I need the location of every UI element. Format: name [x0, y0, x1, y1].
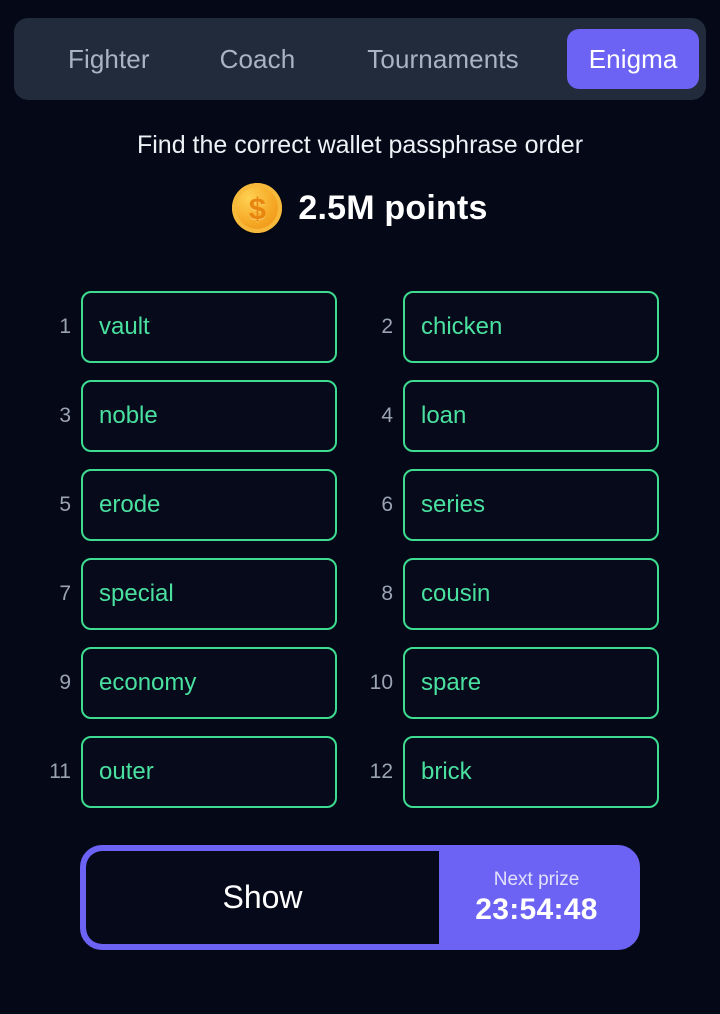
- passphrase-row: 5 erode 6 series: [0, 469, 720, 541]
- page-title: Find the correct wallet passphrase order: [136, 131, 584, 159]
- passphrase-slot-7: 7 special: [45, 558, 337, 630]
- slot-number: 2: [381, 315, 393, 338]
- word-cell[interactable]: brick: [403, 736, 659, 808]
- word-cell[interactable]: chicken: [403, 291, 659, 363]
- passphrase-grid: 1 vault 2 chicken 3 noble 4 loan 5 erode: [0, 291, 720, 825]
- passphrase-row: 7 special 8 cousin: [0, 558, 720, 630]
- passphrase-slot-1: 1 vault: [45, 291, 337, 363]
- tab-tournaments[interactable]: Tournaments: [345, 29, 540, 89]
- enigma-screen: Fighter Coach Tournaments Enigma Find th…: [0, 0, 720, 1014]
- action-bar: Show Next prize 23:54:48: [80, 845, 640, 950]
- slot-number: 9: [59, 671, 71, 694]
- slot-number: 11: [49, 760, 71, 783]
- tab-enigma-label: Enigma: [588, 43, 678, 74]
- word-cell[interactable]: cousin: [403, 558, 659, 630]
- word-cell[interactable]: outer: [81, 736, 337, 808]
- slot-number: 12: [369, 760, 393, 783]
- tab-tournaments-label: Tournaments: [367, 43, 519, 74]
- tab-fighter-label: Fighter: [68, 43, 150, 74]
- word-cell[interactable]: noble: [81, 380, 337, 452]
- tab-fighter[interactable]: Fighter: [46, 29, 172, 89]
- main-tabbar: Fighter Coach Tournaments Enigma: [14, 18, 706, 100]
- word-cell[interactable]: vault: [81, 291, 337, 363]
- next-prize-timer: Next prize 23:54:48: [439, 851, 634, 944]
- tab-coach[interactable]: Coach: [198, 29, 318, 89]
- dollar-glyph: $: [248, 190, 267, 226]
- passphrase-slot-6: 6 series: [367, 469, 659, 541]
- passphrase-row: 9 economy 10 spare: [0, 647, 720, 719]
- word-cell[interactable]: spare: [403, 647, 659, 719]
- word-cell[interactable]: special: [81, 558, 337, 630]
- passphrase-slot-8: 8 cousin: [367, 558, 659, 630]
- slot-number: 4: [381, 404, 393, 427]
- slot-number: 5: [59, 493, 71, 516]
- word-cell[interactable]: series: [403, 469, 659, 541]
- show-button[interactable]: Show: [86, 851, 439, 944]
- tab-enigma[interactable]: Enigma: [566, 29, 700, 89]
- tab-coach-label: Coach: [219, 43, 296, 74]
- word-cell[interactable]: erode: [81, 469, 337, 541]
- show-button-label: Show: [222, 879, 303, 915]
- slot-number: 10: [369, 671, 393, 694]
- slot-number: 7: [59, 582, 71, 605]
- coin-icon: $: [232, 183, 283, 233]
- passphrase-slot-10: 10 spare: [367, 647, 659, 719]
- prize-row: $ 2.5M points: [0, 183, 720, 233]
- slot-number: 3: [59, 404, 71, 427]
- passphrase-slot-9: 9 economy: [45, 647, 337, 719]
- passphrase-slot-2: 2 chicken: [367, 291, 659, 363]
- word-cell[interactable]: loan: [403, 380, 659, 452]
- passphrase-row: 3 noble 4 loan: [0, 380, 720, 452]
- passphrase-slot-11: 11 outer: [45, 736, 337, 808]
- slot-number: 6: [381, 493, 393, 516]
- slot-number: 1: [59, 315, 71, 338]
- passphrase-slot-12: 12 brick: [367, 736, 659, 808]
- passphrase-slot-4: 4 loan: [367, 380, 659, 452]
- word-cell[interactable]: economy: [81, 647, 337, 719]
- slot-number: 8: [381, 582, 393, 605]
- passphrase-row: 1 vault 2 chicken: [0, 291, 720, 363]
- passphrase-row: 11 outer 12 brick: [0, 736, 720, 808]
- prize-amount: 2.5M points: [298, 188, 488, 227]
- countdown-value: 23:54:48: [475, 892, 598, 926]
- next-prize-label: Next prize: [493, 868, 580, 890]
- passphrase-slot-3: 3 noble: [45, 380, 337, 452]
- passphrase-slot-5: 5 erode: [45, 469, 337, 541]
